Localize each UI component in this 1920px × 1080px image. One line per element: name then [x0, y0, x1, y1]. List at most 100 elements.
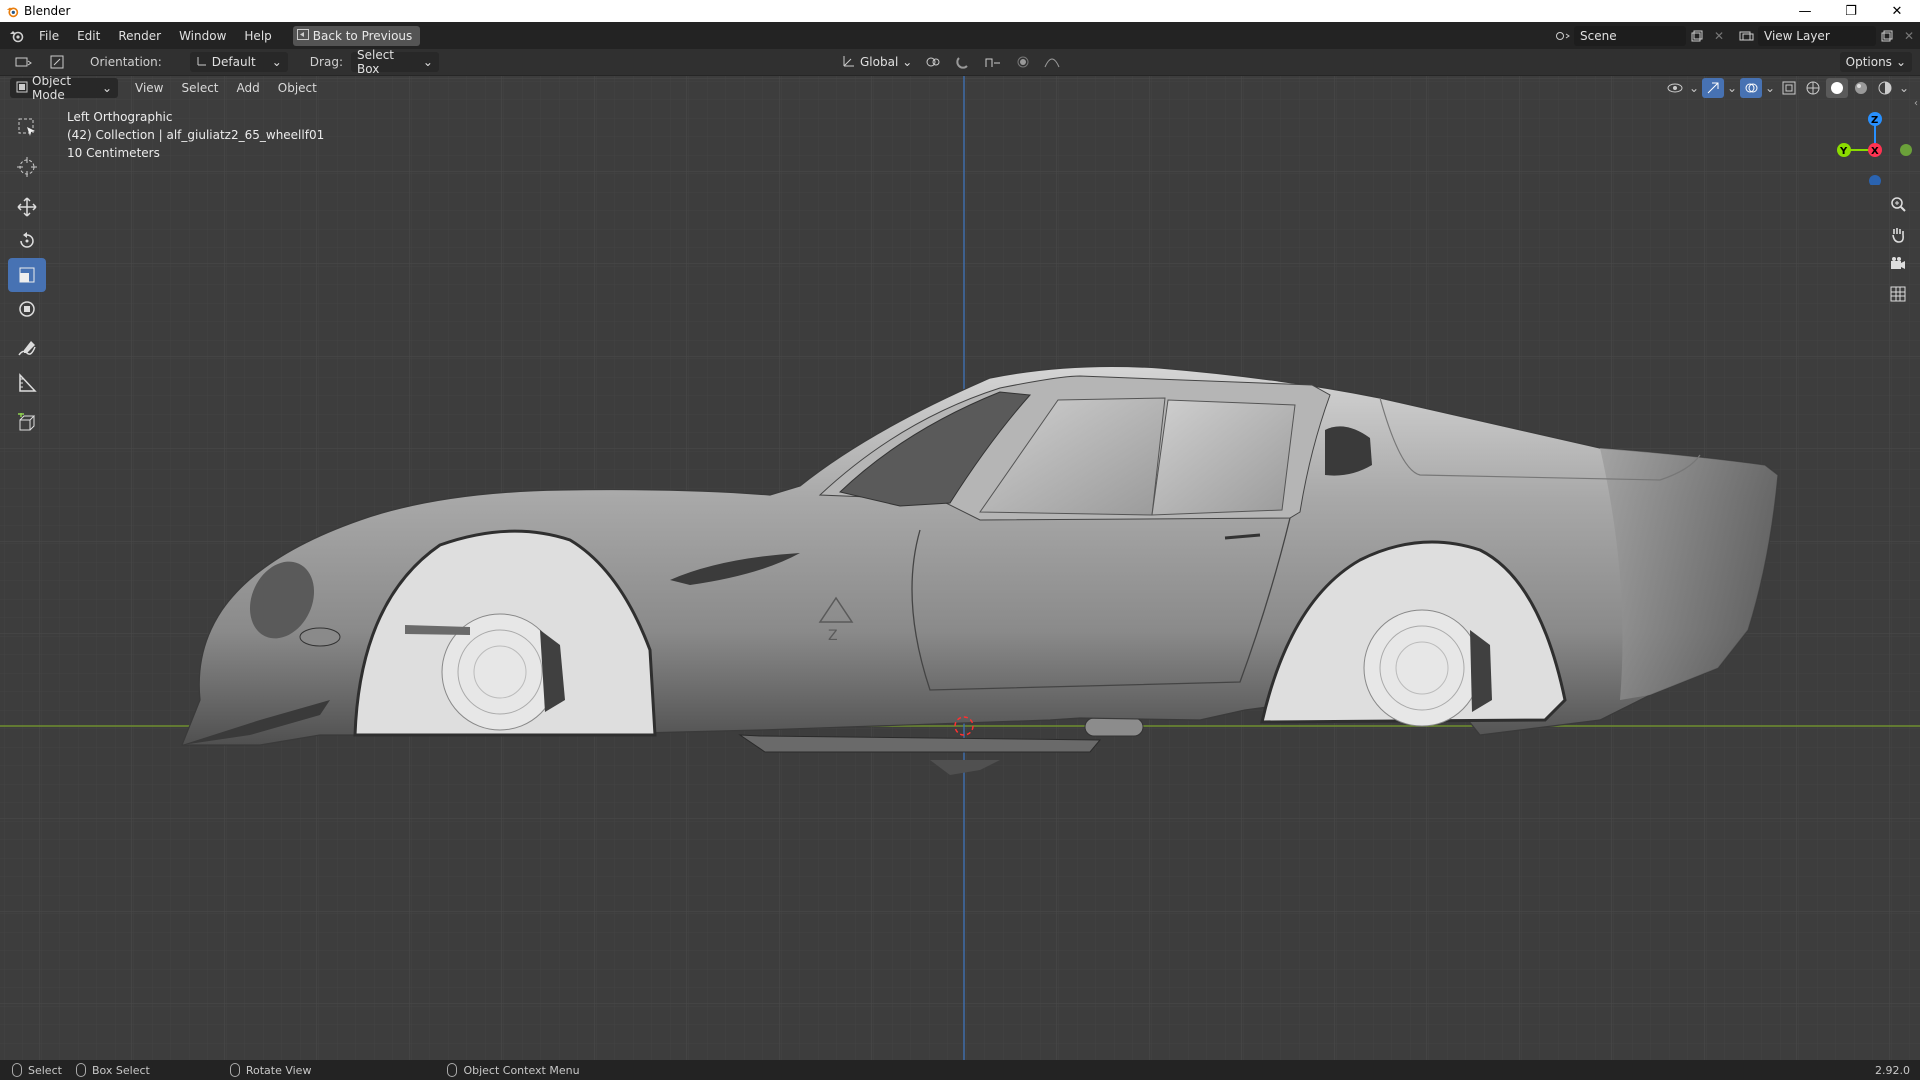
chevron-down-icon: ⌄	[902, 55, 913, 69]
status-bar: Select Box Select Rotate View Object Con…	[0, 1060, 1920, 1080]
orientation-value: Default	[211, 55, 256, 69]
pan-hand-icon[interactable]	[1885, 221, 1911, 247]
menu-edit[interactable]: Edit	[68, 25, 109, 47]
vp-menu-select[interactable]: Select	[172, 77, 227, 99]
svg-text:Z: Z	[828, 628, 838, 644]
gizmo-toggle-icon[interactable]	[1702, 78, 1724, 98]
new-scene-icon[interactable]	[1686, 26, 1708, 46]
view-layer-name: View Layer	[1764, 28, 1830, 43]
back-icon	[296, 28, 309, 43]
drag-label: Drag:	[309, 55, 343, 69]
menu-file[interactable]: File	[30, 25, 68, 47]
viewport-header: Object Mode ⌄ View Select Add Object ⌄ ⌄…	[0, 76, 1920, 102]
menu-help[interactable]: Help	[235, 25, 280, 47]
chevron-down-icon[interactable]: ⌄	[1688, 78, 1700, 98]
scene-selector-icon[interactable]	[1552, 26, 1574, 46]
scene-name-field[interactable]: Scene	[1574, 25, 1686, 46]
zoom-icon[interactable]	[1885, 191, 1911, 217]
mode-dropdown[interactable]: Object Mode ⌄	[10, 76, 118, 102]
move-tool-icon[interactable]	[8, 190, 46, 224]
wireframe-shading-icon[interactable]	[1802, 78, 1824, 98]
chevron-down-icon[interactable]: ⌄	[1764, 78, 1776, 98]
blender-logo-icon[interactable]	[4, 22, 30, 49]
remove-scene-icon[interactable]: ✕	[1708, 26, 1730, 46]
back-to-previous-button[interactable]: Back to Previous	[292, 25, 421, 46]
transform-orientation-dropdown[interactable]: Global ⌄	[836, 52, 914, 72]
chevron-down-icon: ⌄	[422, 55, 433, 69]
vp-menu-view[interactable]: View	[126, 77, 172, 99]
mouse-drag-icon	[75, 1063, 86, 1077]
rotate-tool-icon[interactable]	[8, 224, 46, 258]
tool-settings-icon[interactable]	[46, 52, 68, 72]
falloff-icon[interactable]	[1038, 52, 1068, 72]
view-name: Left Orthographic	[67, 110, 173, 124]
orientation-dropdown[interactable]: Default ⌄	[189, 52, 288, 72]
neg-y-axis-handle	[1900, 144, 1912, 156]
toolbar	[8, 110, 48, 440]
measure-tool-icon[interactable]	[8, 366, 46, 400]
vp-menu-object[interactable]: Object	[269, 77, 326, 99]
remove-view-layer-icon[interactable]: ✕	[1898, 26, 1920, 46]
vp-menu-add[interactable]: Add	[228, 77, 269, 99]
drag-dropdown[interactable]: Select Box ⌄	[350, 48, 439, 76]
chevron-down-icon[interactable]: ⌄	[1898, 78, 1910, 98]
transform-orientation-value: Global	[860, 55, 899, 69]
view-layer-icon[interactable]	[1736, 26, 1758, 46]
xray-toggle-icon[interactable]	[1778, 78, 1800, 98]
version-label: 2.92.0	[1875, 1063, 1910, 1077]
status-rotate-view: Rotate View	[229, 1063, 312, 1077]
collection-info: (42) Collection | alf_giuliatz2_65_wheel…	[67, 128, 325, 142]
back-to-previous-label: Back to Previous	[312, 28, 413, 43]
pivot-point-icon[interactable]	[918, 52, 948, 72]
viewport-info: Left Orthographic (42) Collection | alf_…	[67, 108, 324, 162]
window-title: Blender	[24, 4, 71, 18]
tool-header: Orientation: Default ⌄ Drag: Select Box …	[0, 48, 1920, 76]
status-select-label: Select	[28, 1063, 62, 1077]
chevron-down-icon[interactable]: ⌄	[1726, 78, 1738, 98]
svg-text:Y: Y	[1839, 146, 1848, 157]
neg-z-axis-handle	[1869, 175, 1881, 185]
mode-value: Object Mode	[32, 76, 72, 102]
transform-tool-icon[interactable]	[8, 292, 46, 326]
status-box-select: Box Select	[75, 1063, 150, 1077]
solid-shading-icon[interactable]	[1826, 78, 1848, 98]
orientation-axes-icon	[196, 55, 208, 70]
proportional-editing-icon[interactable]	[1012, 52, 1034, 72]
view-layer-field[interactable]: View Layer	[1758, 25, 1876, 46]
menu-window[interactable]: Window	[170, 25, 235, 47]
close-button[interactable]: ✕	[1874, 0, 1920, 22]
scale-tool-icon[interactable]	[8, 258, 46, 292]
overlays-toggle-icon[interactable]	[1740, 78, 1762, 98]
orthographic-toggle-icon[interactable]	[1885, 281, 1911, 307]
status-context-menu-label: Object Context Menu	[463, 1063, 580, 1077]
mouse-right-icon	[447, 1063, 458, 1077]
viewport-grid: Z	[0, 76, 1920, 1060]
3d-viewport[interactable]: Z Object Mode ⌄ View Select Add Object ⌄…	[0, 76, 1920, 1060]
select-box-tool-icon[interactable]	[8, 110, 46, 144]
sidebar-toggle-icon[interactable]: ‹	[1914, 98, 1918, 109]
chevron-down-icon: ⌄	[101, 81, 112, 95]
add-cube-tool-icon[interactable]	[8, 406, 46, 440]
snap-target-icon[interactable]	[978, 52, 1008, 72]
global-axes-icon	[842, 54, 856, 71]
editor-type-icon[interactable]	[10, 52, 38, 72]
chevron-down-icon: ⌄	[271, 55, 282, 69]
cursor-tool-icon[interactable]	[8, 150, 46, 184]
rendered-shading-icon[interactable]	[1874, 78, 1896, 98]
mouse-left-icon	[12, 1063, 22, 1077]
options-label: Options	[1845, 55, 1892, 69]
annotate-tool-icon[interactable]	[8, 332, 46, 366]
navigation-gizmo[interactable]: Z Y X	[1830, 105, 1920, 305]
status-select: Select	[12, 1063, 62, 1077]
options-dropdown[interactable]: Options ⌄	[1839, 52, 1912, 72]
restore-button[interactable]: ❐	[1828, 0, 1874, 22]
snap-toggle-icon[interactable]	[952, 52, 974, 72]
visibility-icon[interactable]	[1664, 78, 1686, 98]
status-rotate-view-label: Rotate View	[245, 1063, 312, 1077]
new-view-layer-icon[interactable]	[1876, 26, 1898, 46]
material-shading-icon[interactable]	[1850, 78, 1872, 98]
camera-view-icon[interactable]	[1885, 251, 1911, 277]
minimize-button[interactable]: —	[1782, 0, 1828, 22]
os-title-bar: Blender — ❐ ✕	[0, 0, 1920, 22]
menu-render[interactable]: Render	[109, 25, 170, 47]
